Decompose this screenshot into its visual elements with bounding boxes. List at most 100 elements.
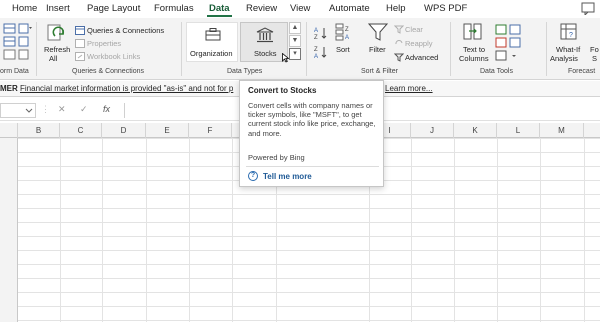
learn-more-link[interactable]: Learn more... — [385, 84, 433, 93]
tab-automate[interactable]: Automate — [329, 3, 370, 14]
reapply-icon — [395, 39, 403, 45]
svg-text:Z: Z — [314, 47, 318, 53]
tab-view[interactable]: View — [290, 3, 310, 14]
filter-label[interactable]: Filter — [369, 45, 386, 54]
column-header[interactable]: E — [146, 123, 189, 138]
tab-page-layout[interactable]: Page Layout — [87, 3, 140, 14]
column-header[interactable]: L — [497, 123, 540, 138]
group-separator — [546, 22, 547, 76]
get-transform-group-label: orm Data — [0, 68, 29, 75]
column-header[interactable]: F — [189, 123, 232, 138]
svg-text:A: A — [345, 35, 349, 41]
svg-text:Z: Z — [345, 27, 349, 33]
comments-icon[interactable] — [574, 2, 600, 15]
data-tools-group-label: Data Tools — [480, 68, 513, 75]
workbook-links-icon — [75, 52, 85, 61]
grid-line — [102, 138, 103, 322]
svg-text:A: A — [314, 28, 318, 34]
text-to-columns-label-2[interactable]: Columns — [459, 54, 489, 63]
gallery-scroll-up[interactable]: ▲ — [289, 22, 301, 34]
grid-line — [584, 138, 585, 322]
sort-descending-icon[interactable]: Z A — [314, 45, 328, 59]
group-separator — [450, 22, 451, 76]
sort-icon[interactable]: Z A — [335, 23, 353, 43]
active-tab-indicator — [207, 15, 232, 17]
formula-bar-drag-handle[interactable]: ⋮ — [41, 104, 50, 115]
tab-wps-pdf[interactable]: WPS PDF — [424, 3, 467, 14]
column-header[interactable]: B — [18, 123, 60, 138]
filter-icon[interactable] — [368, 22, 388, 42]
forecast-group-label: Forecast — [568, 68, 596, 75]
gallery-more-button[interactable]: ▾ — [289, 48, 301, 60]
ribbon: orm Data Refresh All Queries & Connectio… — [0, 18, 600, 80]
forecast-sheet-label-2[interactable]: S — [592, 54, 597, 63]
tab-formulas[interactable]: Formulas — [154, 3, 194, 14]
what-if-label-2[interactable]: Analysis — [550, 54, 578, 63]
column-header[interactable]: K — [454, 123, 497, 138]
bank-icon — [256, 27, 274, 43]
clear-button[interactable]: Clear — [405, 25, 423, 34]
refresh-all-label-2[interactable]: All — [49, 54, 57, 63]
group-separator — [181, 22, 182, 76]
grid-line — [146, 138, 147, 322]
properties-button[interactable]: Properties — [87, 39, 121, 48]
reapply-button[interactable]: Reapply — [405, 39, 433, 48]
tab-help[interactable]: Help — [386, 3, 406, 14]
svg-text:A: A — [314, 54, 318, 59]
column-header[interactable]: D — [102, 123, 146, 138]
tab-data[interactable]: Data — [209, 3, 230, 14]
workbook-links-button[interactable]: Workbook Links — [87, 52, 140, 61]
organization-label: Organization — [190, 49, 233, 58]
text-to-columns-label[interactable]: Text to — [463, 45, 485, 54]
stocks-data-type[interactable]: Stocks — [240, 22, 290, 63]
disclaimer-message[interactable]: Financial market information is provided… — [20, 84, 233, 93]
excel-window: Home Insert Page Layout Formulas Data Re… — [0, 0, 600, 322]
sort-ascending-icon[interactable]: A Z — [314, 26, 328, 40]
tooltip-title: Convert to Stocks — [248, 86, 317, 95]
disclaimer-heading: MER — [0, 84, 18, 93]
grid-line — [540, 138, 541, 322]
column-header[interactable]: M — [540, 123, 584, 138]
forecast-sheet-label[interactable]: Fo — [590, 45, 599, 54]
queries-connections-button[interactable]: Queries & Connections — [87, 26, 164, 35]
convert-to-stocks-tooltip: Convert to Stocks Convert cells with com… — [239, 80, 384, 187]
what-if-label[interactable]: What-If — [556, 45, 580, 54]
data-tools-small-icons[interactable] — [495, 24, 523, 62]
tooltip-description: Convert cells with company names or tick… — [248, 101, 376, 138]
refresh-all-icon[interactable] — [45, 22, 67, 44]
name-box[interactable] — [0, 103, 36, 118]
insert-function-icon[interactable]: fx — [103, 104, 110, 114]
select-all-corner[interactable] — [0, 123, 18, 138]
tab-insert[interactable]: Insert — [46, 3, 70, 14]
clear-filter-icon — [394, 25, 404, 34]
tooltip-powered-by: Powered by Bing — [248, 153, 305, 162]
svg-text:Z: Z — [314, 35, 318, 40]
help-icon[interactable]: ? — [248, 171, 258, 181]
text-to-columns-icon[interactable] — [463, 22, 483, 42]
grid-line — [497, 138, 498, 322]
refresh-all-label[interactable]: Refresh — [44, 45, 70, 54]
row-headers[interactable] — [0, 138, 18, 322]
briefcase-icon — [205, 28, 221, 41]
advanced-button[interactable]: Advanced — [405, 53, 438, 62]
tell-me-more-link[interactable]: Tell me more — [263, 172, 312, 181]
data-types-group-label: Data Types — [227, 68, 263, 75]
organization-data-type[interactable]: Organization — [186, 22, 238, 62]
what-if-analysis-icon[interactable]: ? — [559, 22, 579, 42]
confirm-entry-icon[interactable]: ✓ — [80, 104, 88, 115]
column-header[interactable]: C — [60, 123, 102, 138]
tooltip-divider — [246, 166, 379, 167]
get-data-icons[interactable] — [2, 22, 36, 62]
chevron-down-icon[interactable] — [25, 108, 33, 114]
sort-label[interactable]: Sort — [336, 45, 350, 54]
queries-group-label: Queries & Connections — [72, 68, 144, 75]
stocks-label: Stocks — [254, 49, 277, 58]
cancel-entry-icon[interactable]: ✕ — [58, 104, 66, 115]
group-separator — [306, 22, 307, 76]
column-header[interactable]: J — [411, 123, 454, 138]
gallery-scroll-down[interactable]: ▼ — [289, 35, 301, 47]
column-header-partial[interactable] — [584, 123, 600, 138]
tab-home[interactable]: Home — [12, 3, 37, 14]
svg-text:?: ? — [569, 32, 573, 39]
tab-review[interactable]: Review — [246, 3, 277, 14]
